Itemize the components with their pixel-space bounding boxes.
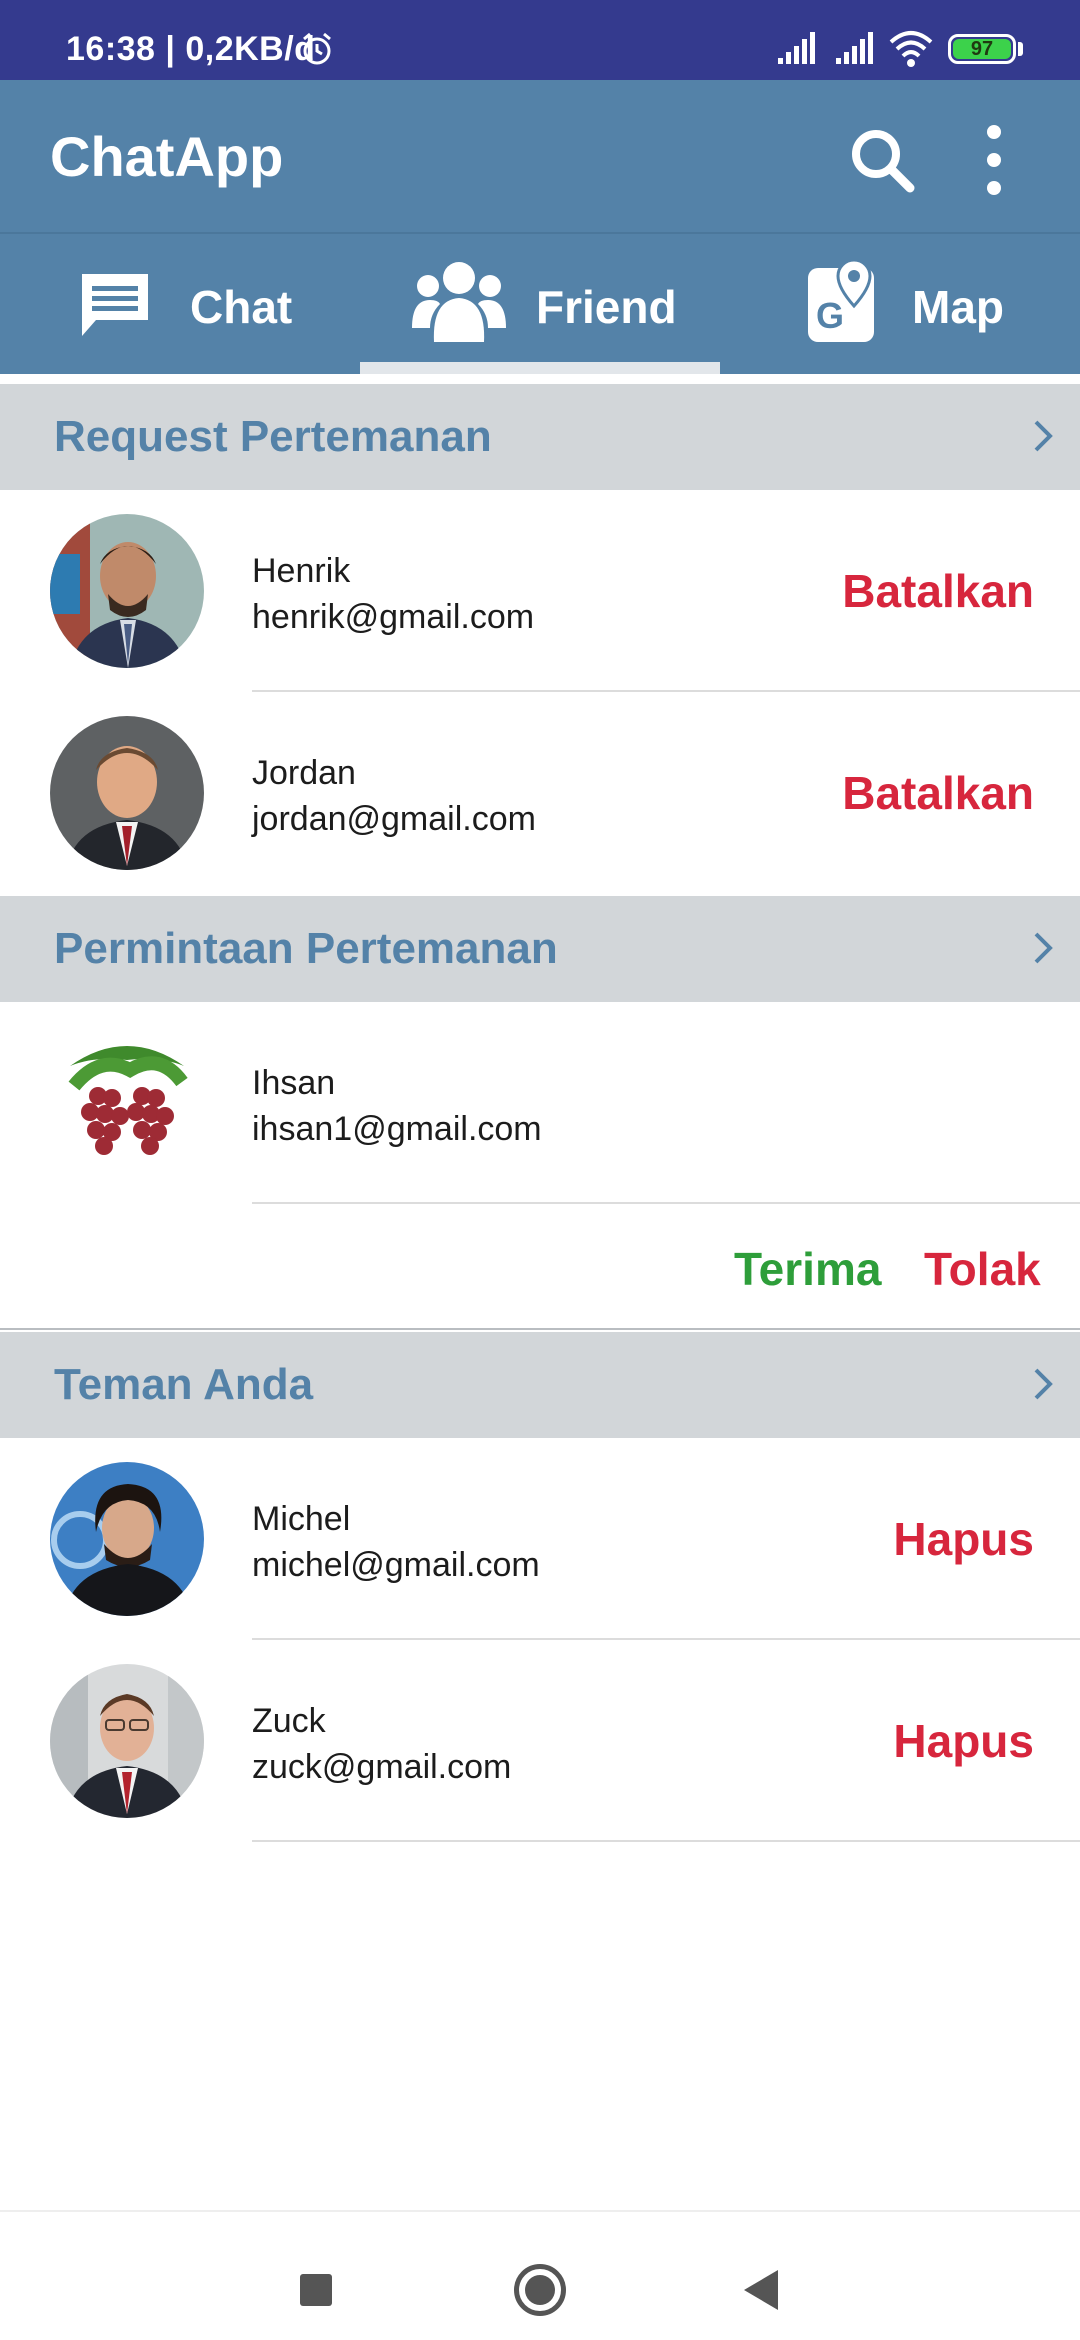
contact-name: Henrik — [252, 552, 351, 590]
app-bar: ChatApp — [0, 80, 1080, 232]
section-title-friends: Teman Anda — [54, 1360, 314, 1409]
status-time: 16:38 | 0,2KB/d — [66, 30, 316, 68]
section-header-incoming[interactable]: Permintaan Pertemanan — [0, 896, 1080, 1002]
section-title-requests: Request Pertemanan — [54, 412, 492, 461]
list-item: Jordan jordan@gmail.com Batalkan — [0, 692, 1080, 894]
tab-chat-label: Chat — [190, 281, 293, 333]
list-item: Michel michel@gmail.com Hapus — [0, 1438, 1080, 1640]
divider — [252, 1202, 1080, 1204]
back-icon[interactable] — [744, 2270, 778, 2310]
signal-icon — [778, 32, 815, 64]
divider — [0, 1328, 1080, 1330]
contact-email: zuck@gmail.com — [252, 1748, 512, 1786]
chat-bubble-icon — [82, 274, 148, 336]
avatar — [50, 514, 204, 668]
contact-email: jordan@gmail.com — [252, 800, 536, 838]
group-icon — [412, 262, 506, 342]
wifi-icon — [889, 31, 933, 67]
list-item: Henrik henrik@gmail.com Batalkan — [0, 490, 1080, 692]
more-options-icon[interactable] — [974, 122, 1014, 198]
tab-map[interactable]: G Map — [720, 234, 1080, 374]
recent-apps-icon[interactable] — [300, 2274, 332, 2306]
battery-tip — [1018, 42, 1023, 56]
signal-icon-2 — [836, 32, 873, 64]
status-bar: 16:38 | 0,2KB/d 97 — [0, 0, 1080, 80]
selected-tab-indicator — [360, 362, 720, 374]
list-item: Zuck zuck@gmail.com Hapus — [0, 1640, 1080, 1842]
contact-name: Zuck — [252, 1702, 326, 1740]
contact-name: Jordan — [252, 754, 356, 792]
tab-map-label: Map — [912, 281, 1004, 333]
avatar — [50, 1664, 204, 1818]
alarm-icon — [303, 32, 331, 65]
avatar — [50, 1462, 204, 1616]
battery-text: 97 — [970, 38, 994, 60]
reject-button[interactable]: Tolak — [924, 1242, 1041, 1296]
contact-email: henrik@gmail.com — [252, 598, 535, 636]
avatar — [50, 716, 204, 870]
chevron-right-icon — [1034, 1368, 1053, 1400]
search-icon[interactable] — [846, 124, 918, 196]
contact-name: Ihsan — [252, 1064, 336, 1102]
tab-bar: Chat Friend G Map — [0, 232, 1080, 374]
cancel-request-button[interactable]: Batalkan — [842, 766, 1034, 820]
tab-friend-label: Friend — [536, 281, 677, 333]
battery-icon: 97 — [948, 34, 1016, 64]
section-header-requests[interactable]: Request Pertemanan — [0, 384, 1080, 490]
contact-email: michel@gmail.com — [252, 1546, 540, 1584]
contact-name: Michel — [252, 1500, 351, 1538]
map-icon: G — [808, 258, 874, 342]
list-item: Ihsan ihsan1@gmail.com — [0, 1002, 1080, 1204]
tab-chat[interactable]: Chat — [0, 234, 360, 374]
accept-button[interactable]: Terima — [734, 1242, 881, 1296]
home-icon[interactable] — [514, 2264, 566, 2316]
tab-friend[interactable]: Friend — [360, 234, 720, 374]
svg-text:G: G — [816, 295, 844, 336]
section-header-friends[interactable]: Teman Anda — [0, 1332, 1080, 1438]
contact-email: ihsan1@gmail.com — [252, 1110, 542, 1148]
avatar — [50, 1026, 204, 1180]
delete-friend-button[interactable]: Hapus — [893, 1512, 1034, 1566]
chevron-right-icon — [1034, 932, 1053, 964]
section-title-incoming: Permintaan Pertemanan — [54, 924, 558, 973]
navigation-bar — [0, 2210, 1080, 2340]
chevron-right-icon — [1034, 420, 1053, 452]
delete-friend-button[interactable]: Hapus — [893, 1714, 1034, 1768]
divider — [252, 1840, 1080, 1842]
cancel-request-button[interactable]: Batalkan — [842, 564, 1034, 618]
app-title: ChatApp — [50, 125, 284, 188]
